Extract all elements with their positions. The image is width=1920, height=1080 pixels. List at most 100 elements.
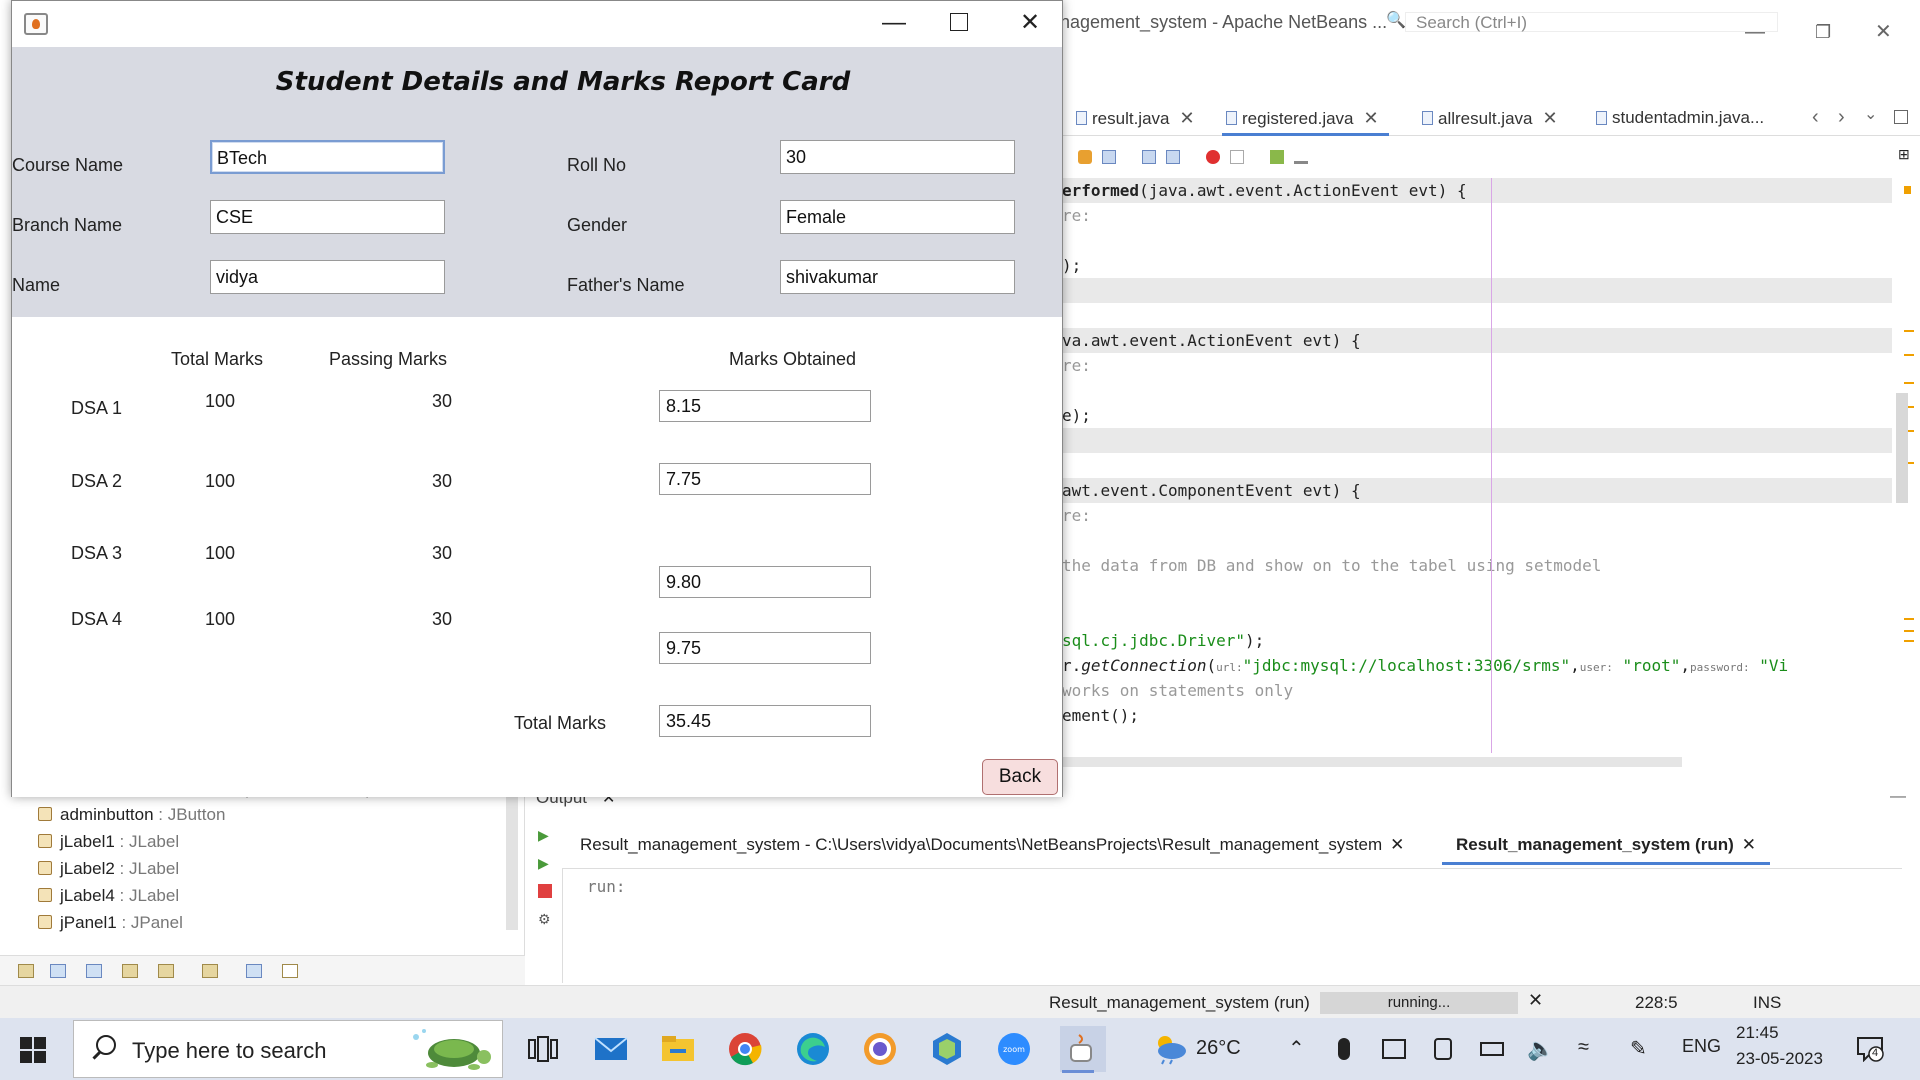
navigator-item[interactable]: jLabel4 : JLabel — [38, 883, 179, 909]
chevron-left-icon[interactable]: ‹ — [1812, 106, 1819, 129]
code-line[interactable]: e); — [1062, 403, 1892, 428]
static-icon[interactable] — [86, 964, 102, 978]
brave-browser-icon[interactable] — [862, 1031, 898, 1067]
annotation-mark[interactable] — [1904, 640, 1914, 642]
inherited-icon[interactable] — [122, 964, 138, 978]
maximize-icon[interactable] — [950, 13, 968, 31]
close-tab-icon[interactable]: ✕ — [1742, 835, 1756, 854]
notification-center-icon[interactable]: 4 — [1856, 1036, 1884, 1063]
sort-icon[interactable] — [202, 964, 218, 978]
wifi-icon[interactable]: ≈ — [1578, 1036, 1589, 1059]
code-line[interactable] — [1062, 278, 1892, 303]
fathers-name-field[interactable]: shivakumar — [780, 260, 1015, 294]
frame-titlebar[interactable]: — ✕ — [12, 1, 1062, 47]
name-field[interactable]: vidya — [210, 260, 445, 294]
minimize-icon[interactable]: — — [1745, 10, 1765, 54]
code-line[interactable]: the data from DB and show on to the tabe… — [1062, 553, 1892, 578]
record-macro-icon[interactable] — [1206, 150, 1220, 164]
code-line[interactable] — [1062, 603, 1892, 628]
code-line[interactable]: ); — [1062, 253, 1892, 278]
annotation-mark[interactable] — [1904, 630, 1914, 632]
expand-toolbar-icon[interactable]: ⊞ — [1898, 146, 1910, 163]
language-indicator[interactable]: ENG — [1682, 1036, 1721, 1057]
file-explorer-icon[interactable] — [660, 1031, 696, 1067]
roll-no-field[interactable]: 30 — [780, 140, 1015, 174]
weather-widget[interactable]: 26°C — [1150, 1033, 1270, 1065]
annotation-mark[interactable] — [1904, 618, 1914, 620]
chrome-icon[interactable] — [727, 1031, 763, 1067]
editor-horizontal-scrollbar[interactable] — [1062, 757, 1682, 767]
close-tab-icon[interactable]: ✕ — [1364, 108, 1379, 128]
minimize-icon[interactable]: — — [882, 9, 906, 37]
stop-icon[interactable] — [538, 884, 552, 898]
code-line[interactable]: re: — [1062, 353, 1892, 378]
uncomment-icon[interactable] — [1294, 150, 1308, 164]
private-icon[interactable] — [158, 964, 174, 978]
sort-source-icon[interactable] — [282, 964, 298, 978]
code-line[interactable]: sql.cj.jdbc.Driver"); — [1062, 628, 1892, 653]
rerun-params-icon[interactable]: ▶ — [538, 856, 552, 870]
code-line[interactable] — [1062, 428, 1892, 453]
edge-icon[interactable] — [795, 1031, 831, 1067]
tab-output-build[interactable]: Result_management_system - C:\Users\vidy… — [580, 825, 1404, 865]
annotation-mark[interactable] — [1904, 382, 1914, 384]
editor-vertical-scrollbar[interactable] — [1896, 393, 1908, 503]
clock-date[interactable]: 23-05-2023 — [1736, 1049, 1823, 1069]
tab-result-java[interactable]: result.java ✕ — [1072, 100, 1195, 136]
maximize-editor-icon[interactable] — [1894, 110, 1908, 124]
start-button[interactable] — [20, 1037, 46, 1063]
code-line[interactable] — [1062, 578, 1892, 603]
navigator-item[interactable]: jLabel2 : JLabel — [38, 856, 179, 882]
progress-bar[interactable]: running... — [1320, 992, 1518, 1014]
java-app-icon[interactable] — [1060, 1026, 1106, 1073]
microphone-icon[interactable] — [1338, 1038, 1350, 1060]
total-marks-field[interactable]: 35.45 — [659, 705, 871, 737]
status-project[interactable]: Result_management_system (run) — [1049, 993, 1310, 1013]
next-bookmark-icon[interactable] — [1102, 150, 1116, 164]
settings-icon[interactable]: ⚙ — [538, 912, 552, 926]
marks-obtained-field[interactable]: 8.15 — [659, 390, 871, 422]
netbeans-icon[interactable] — [929, 1031, 965, 1067]
camera-icon[interactable] — [1434, 1038, 1452, 1060]
tab-output-run[interactable]: Result_management_system (run) ✕ — [1442, 825, 1771, 865]
speaker-icon[interactable]: 🔈 — [1527, 1036, 1554, 1062]
code-line[interactable] — [1062, 228, 1892, 253]
branch-name-field[interactable]: CSE — [210, 200, 445, 234]
ide-search-input[interactable]: 🔍 Search (Ctrl+I) — [1386, 12, 1778, 32]
mail-icon[interactable] — [593, 1031, 629, 1067]
taskbar-search-box[interactable]: Type here to search — [73, 1020, 503, 1078]
close-tab-icon[interactable]: ✕ — [1179, 108, 1194, 128]
code-line[interactable]: r.getConnection(url:"jdbc:mysql://localh… — [1062, 653, 1892, 678]
code-line[interactable]: va.awt.event.ActionEvent evt) { — [1062, 328, 1892, 353]
minimize-panel-icon[interactable]: — — [1890, 788, 1906, 806]
annotation-mark[interactable] — [1904, 354, 1914, 356]
code-line[interactable]: awt.event.ComponentEvent evt) { — [1062, 478, 1892, 503]
navigator-item[interactable]: adminbutton : JButton — [38, 802, 225, 828]
marks-obtained-field[interactable]: 9.80 — [659, 566, 871, 598]
navigator-scrollbar[interactable] — [506, 780, 518, 930]
code-line[interactable]: re: — [1062, 503, 1892, 528]
fields-icon[interactable] — [50, 964, 66, 978]
chevron-down-icon[interactable]: ⌄ — [1864, 104, 1877, 124]
course-name-field[interactable]: BTech — [210, 140, 445, 174]
restore-icon[interactable]: ❐ — [1815, 10, 1831, 54]
code-line[interactable] — [1062, 378, 1892, 403]
clock-time[interactable]: 21:45 — [1736, 1023, 1779, 1043]
output-console[interactable]: run: — [562, 868, 1902, 983]
cancel-task-icon[interactable]: ✕ — [1528, 990, 1543, 1011]
tab-allresult-java[interactable]: allresult.java ✕ — [1418, 100, 1558, 136]
marks-obtained-field[interactable]: 7.75 — [659, 463, 871, 495]
annotation-mark[interactable] — [1904, 330, 1914, 332]
code-line[interactable]: works on statements only — [1062, 678, 1892, 703]
stop-macro-icon[interactable] — [1230, 150, 1244, 164]
shift-right-icon[interactable] — [1166, 150, 1180, 164]
marks-obtained-field[interactable]: 9.75 — [659, 632, 871, 664]
code-line[interactable]: ement(); — [1062, 703, 1892, 728]
navigator-item[interactable]: jPanel1 : JPanel — [38, 910, 183, 936]
toggle-bookmark-icon[interactable] — [1078, 150, 1092, 164]
close-tab-icon[interactable]: ✕ — [1390, 835, 1404, 854]
zoom-icon[interactable]: zoom — [996, 1031, 1032, 1067]
sort-name-icon[interactable] — [246, 964, 262, 978]
annotation-mark[interactable] — [1904, 186, 1911, 194]
gender-field[interactable]: Female — [780, 200, 1015, 234]
